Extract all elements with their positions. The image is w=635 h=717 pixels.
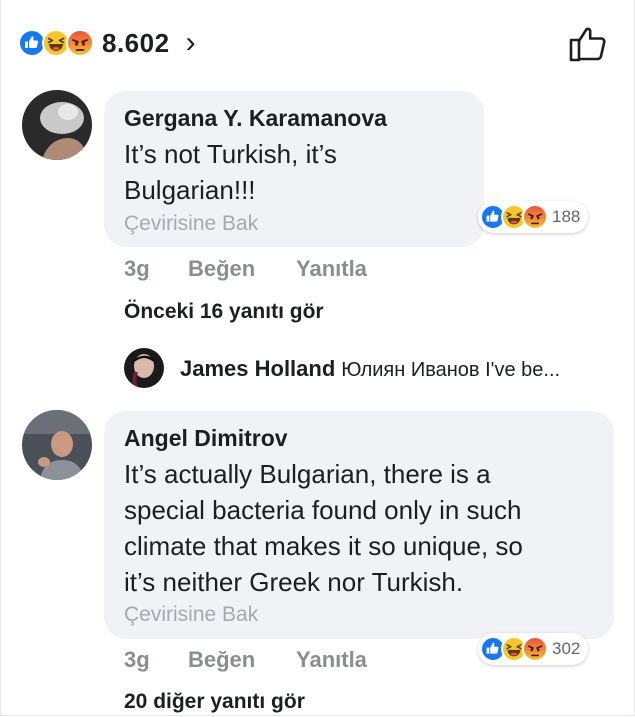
see-translation-link[interactable]: Çevirisine Bak [124,603,258,627]
like-button[interactable]: Beğen [188,647,255,673]
avatar[interactable] [22,90,92,160]
comment-actions: 3g Beğen Yanıtla [0,647,635,675]
comment-text-line: Bulgarian!!! [124,175,256,205]
reply-avatar[interactable] [124,348,164,388]
view-more-replies-link[interactable]: 20 diğer yanıtı gör [124,690,305,714]
comment-author[interactable]: Gergana Y. Karamanova [124,105,387,132]
reply-snippet: Юлиян Иванов I've be... [341,359,561,381]
comment-text-line: It’s not Turkish, it’s [124,139,337,169]
comment-time: 3g [124,647,150,672]
avatar[interactable] [22,410,92,480]
comment-reactions-pill[interactable]: 188 [478,201,589,233]
comment-text-line: climate that makes it so unique, so [124,531,523,561]
angry-reaction-icon [522,204,548,230]
comment-text-line: it’s neither Greek nor Turkish. [124,567,464,597]
see-translation-link[interactable]: Çevirisine Bak [124,212,258,236]
like-button[interactable]: Beğen [188,256,255,282]
comment-text-line: It’s actually Bulgarian, there is a [124,459,491,489]
reaction-count: 8.602 [102,27,170,58]
comment-text-line: special bacteria found only in such [124,495,522,525]
view-previous-replies-link[interactable]: Önceki 16 yanıtı gör [124,300,324,324]
reply-button[interactable]: Yanıtla [296,256,367,282]
reply-preview[interactable]: James Holland Юлиян Иванов I've be... [180,356,560,382]
comment-time: 3g [124,256,150,281]
angry-reaction-icon [66,29,94,57]
comment-author[interactable]: Angel Dimitrov [124,425,288,452]
comment-actions: 3g Beğen Yanıtla [0,256,635,284]
reactions-summary[interactable]: 8.602 › [18,26,196,60]
comment-text: It’s not Turkish, it’s Bulgarian!!! [124,136,474,208]
thumbs-up-outline-icon[interactable] [568,24,608,62]
reply-button[interactable]: Yanıtla [296,647,367,673]
chevron-right-icon[interactable]: › [186,26,196,60]
reply-author[interactable]: James Holland [180,356,335,381]
reaction-count: 188 [552,207,581,226]
reactions-header: 8.602 › [0,0,635,86]
comment-text: It’s actually Bulgarian, there is a spec… [124,456,604,600]
